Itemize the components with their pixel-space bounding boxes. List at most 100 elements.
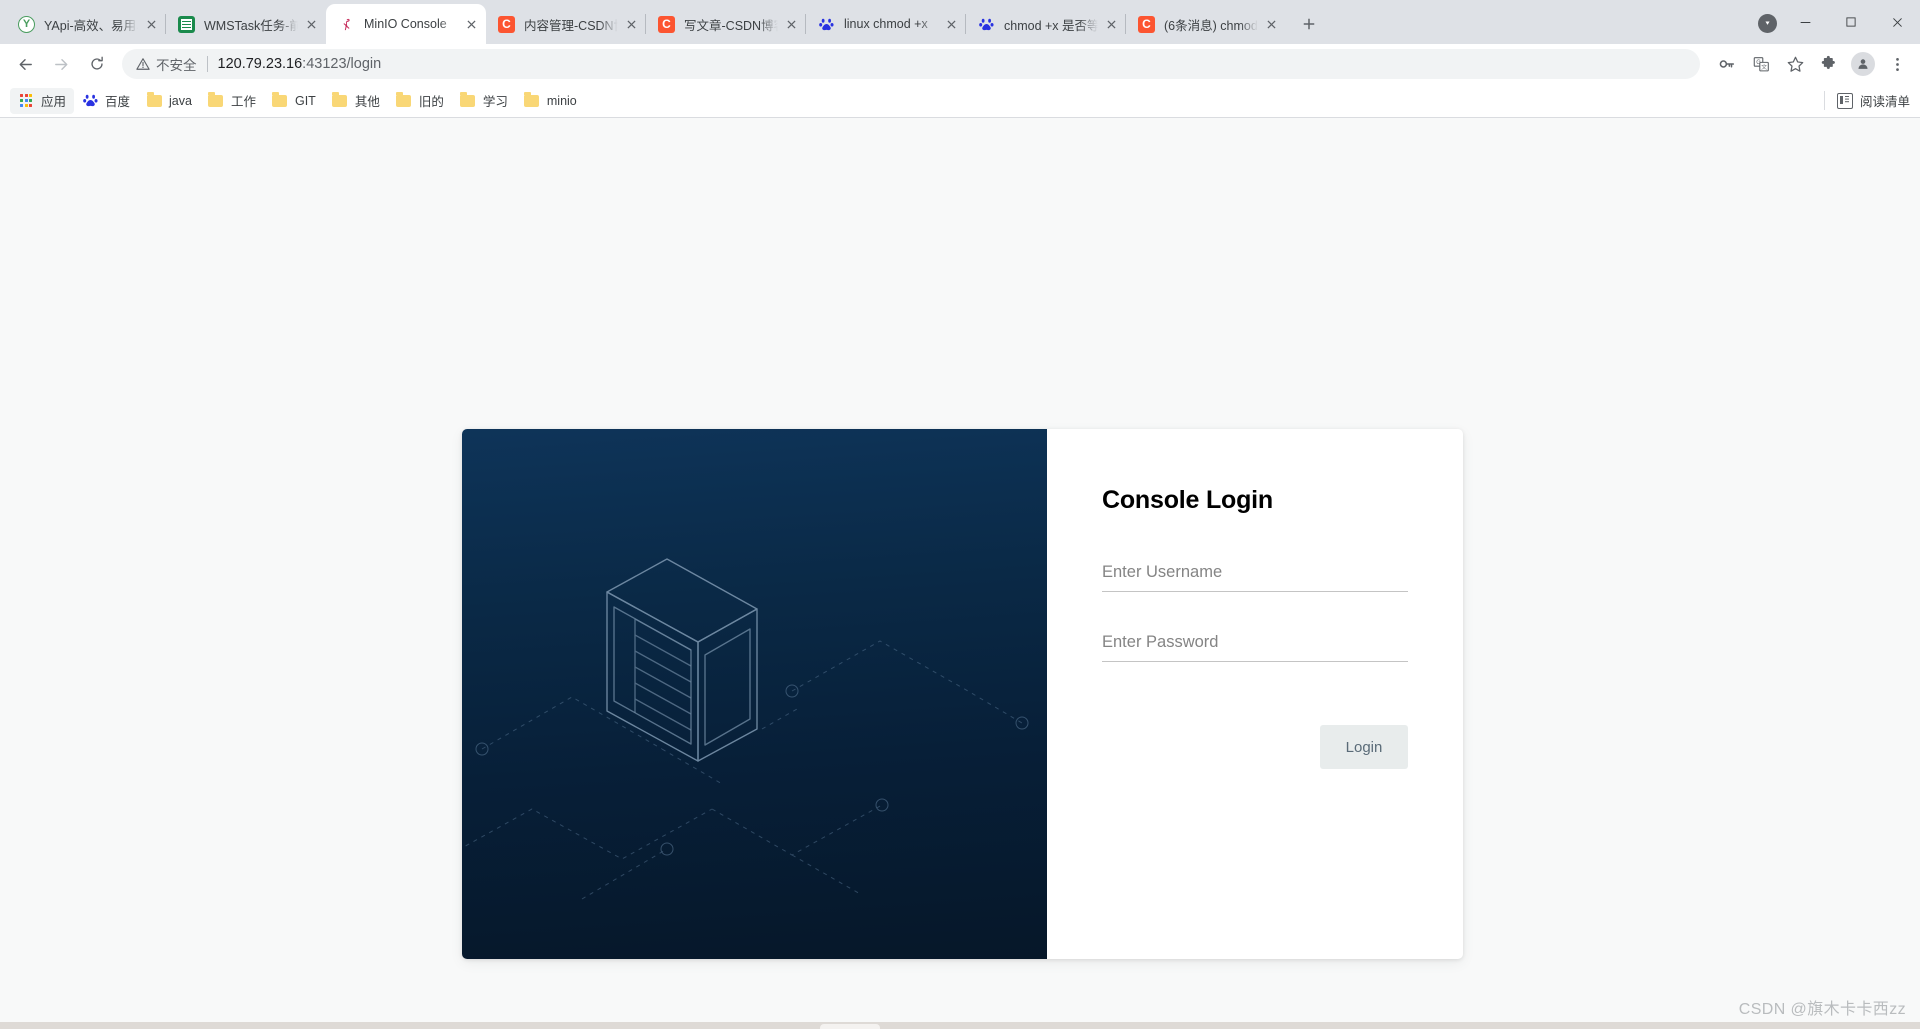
translate-icon[interactable]: G文 <box>1746 49 1776 79</box>
tab-close-icon[interactable] <box>942 15 960 33</box>
tab-title: linux chmod +x <box>844 17 928 31</box>
bookmark-label: 应用 <box>41 95 67 109</box>
bookmark-label: 其他 <box>354 95 380 109</box>
svg-text:文: 文 <box>1761 62 1767 70</box>
bookmark-label: 工作 <box>230 95 256 109</box>
tab-title: MinIO Console <box>364 17 447 31</box>
yapi-icon: Y <box>18 15 35 33</box>
avatar <box>1851 52 1875 76</box>
tab-close-icon[interactable] <box>1102 15 1120 33</box>
login-form-panel: Console Login Login <box>1047 429 1463 959</box>
login-card: Console Login Login <box>462 429 1463 959</box>
browser-tab-yapi[interactable]: Y YApi-高效、易用、 <box>6 4 166 44</box>
profile-avatar-icon[interactable] <box>1848 49 1878 79</box>
window-maximize-button[interactable] <box>1828 0 1874 44</box>
browser-tab-csdn-content[interactable]: C 内容管理-CSDN博 <box>486 4 646 44</box>
bookmark-folder-other[interactable]: 其他 <box>324 88 388 114</box>
bookmark-label: 百度 <box>105 95 131 109</box>
bookmark-baidu[interactable]: 百度 <box>74 88 138 114</box>
folder-icon <box>332 92 348 109</box>
bookmark-label: java <box>169 93 192 108</box>
bookmark-label: GIT <box>294 93 316 108</box>
browser-tab-wmstask[interactable]: WMSTask任务-前 <box>165 4 326 44</box>
tab-close-icon[interactable] <box>302 15 320 33</box>
reading-list-icon <box>1836 92 1853 109</box>
page-title: Console Login <box>1102 486 1273 514</box>
reload-icon[interactable] <box>80 47 114 81</box>
security-warning-indicator[interactable]: 不安全 <box>136 54 197 74</box>
bookmark-folder-work[interactable]: 工作 <box>200 88 264 114</box>
warning-triangle-icon <box>136 58 150 70</box>
password-input[interactable] <box>1102 633 1408 662</box>
address-bar-url: 120.79.23.16:43123/login <box>218 56 382 72</box>
browser-tab-minio-console[interactable]: MinIO Console <box>326 4 486 44</box>
minio-flamingo-icon <box>338 16 355 33</box>
profile-avatar-icon <box>1757 13 1777 33</box>
reading-list-button[interactable]: 阅读清单 <box>1823 91 1910 110</box>
baidu-icon <box>818 16 835 33</box>
bookmarks-bar: 应用 百度 java 工作 GIT 其他 旧的 学习 minio 阅读清单 <box>0 84 1920 118</box>
login-button-row: Login <box>1102 725 1408 769</box>
tab-title: 写文章-CSDN博客 <box>684 18 778 33</box>
chrome-menu-icon[interactable] <box>1882 49 1912 79</box>
csdn-icon: C <box>498 15 515 33</box>
apps-grid-icon <box>18 93 34 109</box>
bookmark-label: minio <box>546 93 577 108</box>
username-input[interactable] <box>1102 563 1408 592</box>
taskbar-edge <box>0 1022 1920 1029</box>
csdn-watermark: CSDN @旗木卡卡西zz <box>1738 1001 1906 1018</box>
folder-icon <box>208 92 224 109</box>
omnibox-divider <box>206 56 208 72</box>
bookmark-folder-git[interactable]: GIT <box>264 88 324 114</box>
key-icon[interactable] <box>1712 49 1742 79</box>
folder-icon <box>146 92 162 109</box>
bookmark-folder-minio[interactable]: minio <box>516 88 585 114</box>
browser-toolbar: 不安全 120.79.23.16:43123/login G文 <box>0 44 1920 84</box>
sheets-icon <box>178 15 195 33</box>
tab-title: (6条消息) chmod <box>1164 18 1258 33</box>
browser-tab-csdn-write[interactable]: C 写文章-CSDN博客 <box>645 4 806 44</box>
baidu-icon <box>82 93 98 109</box>
browser-tab-csdn-messages[interactable]: C (6条消息) chmod <box>1125 4 1286 44</box>
window-profile-button[interactable] <box>1752 8 1782 38</box>
forward-arrow-icon <box>44 47 78 81</box>
window-minimize-button[interactable] <box>1782 0 1828 44</box>
tab-title: 内容管理-CSDN博 <box>524 18 618 33</box>
browser-window: Y YApi-高效、易用、 WMSTask任务-前 MinIO Console … <box>0 0 1920 1029</box>
bookmark-apps[interactable]: 应用 <box>10 87 75 114</box>
bookmark-folder-java[interactable]: java <box>138 88 200 114</box>
address-bar[interactable]: 不安全 120.79.23.16:43123/login <box>122 49 1700 79</box>
browser-tab-baidu-chmod[interactable]: linux chmod +x <box>805 4 966 44</box>
url-host: 120.79.23.16 <box>217 56 303 72</box>
tab-close-icon[interactable] <box>142 15 160 33</box>
bookmark-star-icon[interactable] <box>1780 49 1810 79</box>
bookmark-label: 旧的 <box>418 95 444 109</box>
tab-title: chmod +x 是否等 <box>1004 18 1098 33</box>
username-field-wrapper <box>1102 563 1408 592</box>
tab-strip: Y YApi-高效、易用、 WMSTask任务-前 MinIO Console … <box>0 0 1920 44</box>
tab-close-icon[interactable] <box>622 15 640 33</box>
url-path: :43123/login <box>302 56 382 72</box>
login-button[interactable]: Login <box>1320 725 1408 769</box>
bookmark-label: 学习 <box>482 95 508 109</box>
extensions-puzzle-icon[interactable] <box>1814 49 1844 79</box>
csdn-icon: C <box>658 15 675 33</box>
bookmark-folder-study[interactable]: 学习 <box>452 88 516 114</box>
login-illustration-panel <box>462 429 1047 959</box>
csdn-icon: C <box>1138 15 1155 33</box>
tab-close-icon[interactable] <box>1262 15 1280 33</box>
password-field-wrapper <box>1102 633 1408 662</box>
tab-title: WMSTask任务-前 <box>204 18 298 33</box>
browser-tab-baidu-chmod-2[interactable]: chmod +x 是否等 <box>965 4 1126 44</box>
folder-icon <box>396 92 412 109</box>
new-tab-button[interactable] <box>1294 9 1324 39</box>
tab-close-icon[interactable] <box>462 15 480 33</box>
window-close-button[interactable] <box>1874 0 1920 44</box>
taskbar-nub <box>820 1024 880 1029</box>
back-arrow-icon[interactable] <box>8 47 42 81</box>
folder-icon <box>272 92 288 109</box>
folder-icon <box>524 92 540 109</box>
baidu-icon <box>978 16 995 33</box>
tab-close-icon[interactable] <box>782 15 800 33</box>
bookmark-folder-old[interactable]: 旧的 <box>388 88 452 114</box>
